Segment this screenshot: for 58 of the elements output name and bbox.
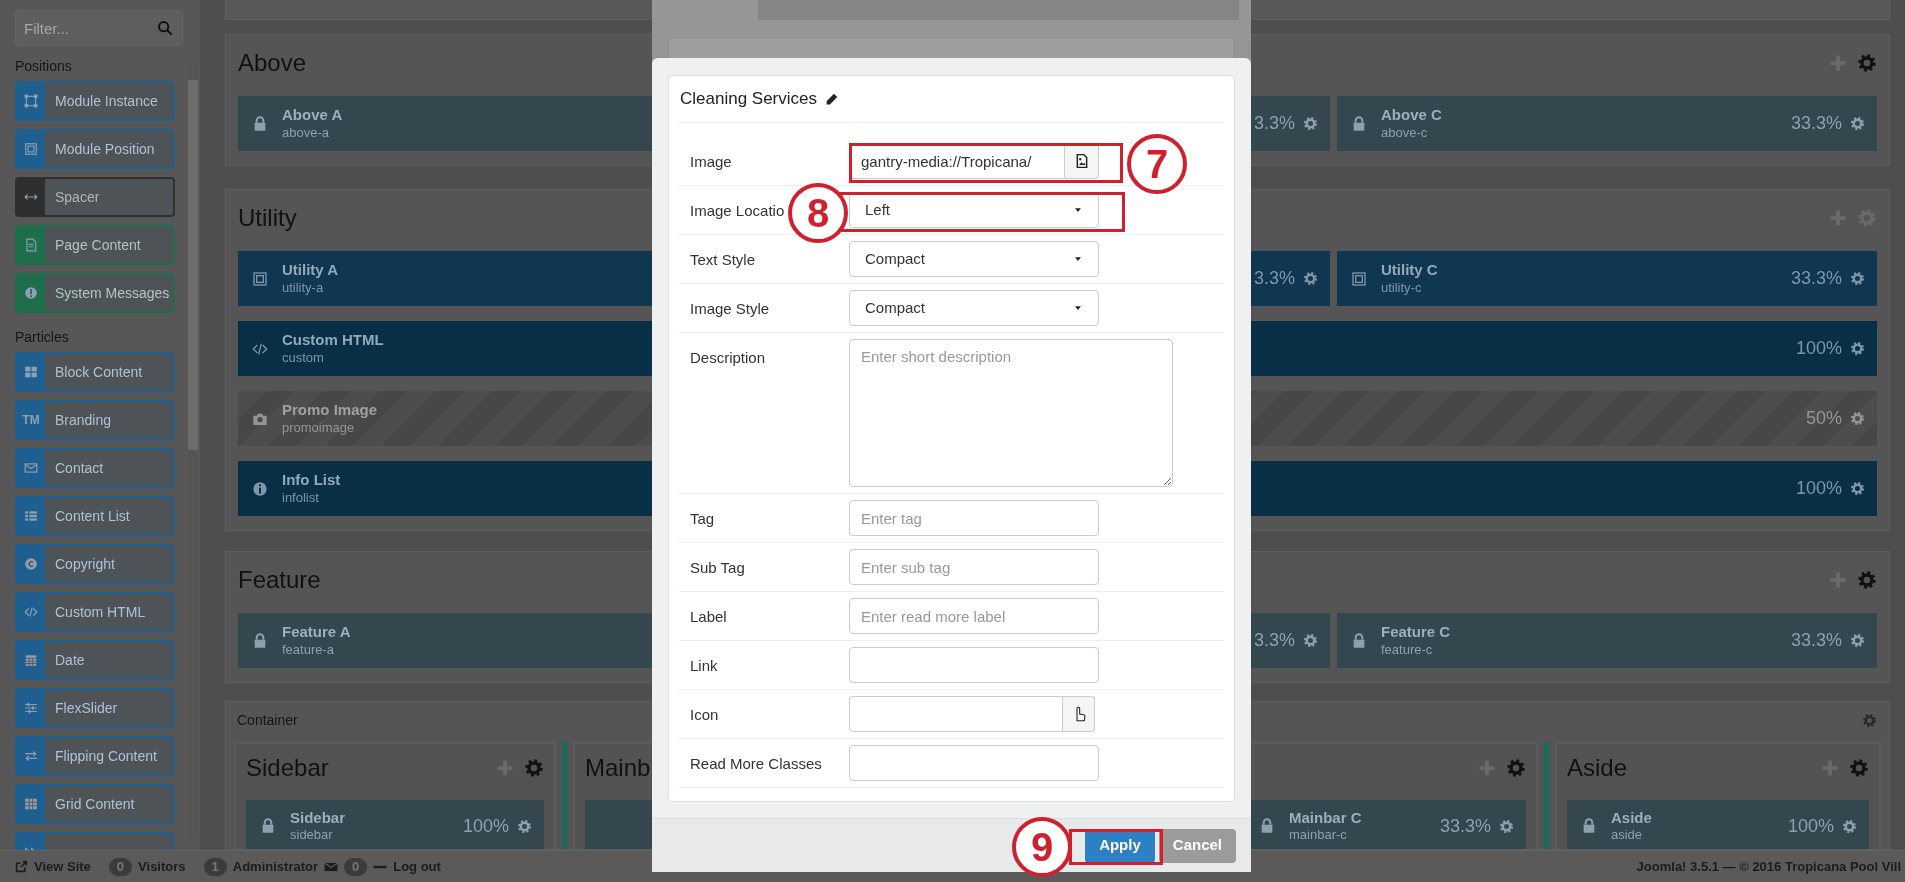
field-label: Read More Classes [690, 755, 822, 772]
field-label: Sub Tag [690, 559, 745, 576]
block-title: Above A [282, 106, 343, 125]
block-title: Mainbar C [1289, 808, 1362, 828]
block-id: above-a [282, 124, 330, 141]
block-id: mainbar-c [1289, 827, 1348, 844]
block-title: Feature C [1381, 623, 1451, 642]
block-title: Info List [282, 471, 341, 490]
field-label: Tag [690, 510, 715, 527]
field-label: Text Style [690, 251, 756, 268]
block-title: Promo Image [282, 401, 378, 420]
group-heading: Particles [15, 328, 70, 347]
block-id: feature-a [282, 641, 336, 658]
count-badge: 0 [344, 857, 368, 876]
block-title: Aside [1611, 808, 1652, 828]
block-width: 50% [1805, 407, 1842, 430]
field-label: Icon [690, 706, 719, 723]
block-width: 33.3% [1790, 267, 1842, 290]
block-id: utility-a [282, 279, 325, 296]
count-badge: 1 [203, 857, 227, 876]
block-width: 3.3% [1253, 112, 1295, 135]
block-id: aside [1611, 827, 1644, 844]
block-width: 33.3% [1790, 112, 1842, 135]
block-title: Utility A [282, 261, 339, 280]
block-width: 33.3% [1439, 814, 1491, 838]
block-title: Sidebar [290, 808, 346, 828]
column-title: Sidebar [246, 753, 329, 783]
block-id: feature-c [1381, 641, 1434, 658]
container-label: Container [237, 710, 298, 730]
block-title: Above C [1381, 106, 1442, 125]
block-width: 100% [1795, 477, 1842, 500]
column-title: Aside [1567, 753, 1628, 783]
block-width: 3.3% [1253, 629, 1295, 652]
block-id: promoimage [282, 419, 356, 436]
block-width: 100% [1795, 337, 1842, 360]
block-id: infolist [282, 489, 320, 506]
section-title: Above [238, 48, 307, 78]
block-width: 3.3% [1253, 267, 1295, 290]
block-id: custom [282, 349, 325, 366]
block-width: 100% [462, 814, 509, 838]
block-title: Utility C [1381, 261, 1438, 280]
block-id: above-c [1381, 124, 1429, 141]
field-label: Image [690, 153, 732, 170]
trademark-glyph: TM [22, 412, 40, 429]
field-label: Image Locatio [690, 202, 785, 219]
section-title: Feature [238, 565, 321, 595]
footer-text: Joomla! 3.5.1 — © 2016 Tropicana Pool Vill [1636, 857, 1901, 876]
block-id: sidebar [290, 827, 334, 844]
block-width: 33.3% [1790, 629, 1842, 652]
group-heading: Positions [15, 57, 73, 76]
block-width: 100% [1787, 814, 1834, 838]
block-title: Custom HTML [282, 331, 384, 350]
column-title: Mainb [585, 753, 651, 783]
section-title: Utility [238, 203, 297, 233]
block-title: Feature A [282, 623, 351, 642]
count-badge: 0 [108, 857, 133, 876]
block-id: utility-c [1381, 279, 1423, 296]
field-label: Description [690, 349, 766, 366]
